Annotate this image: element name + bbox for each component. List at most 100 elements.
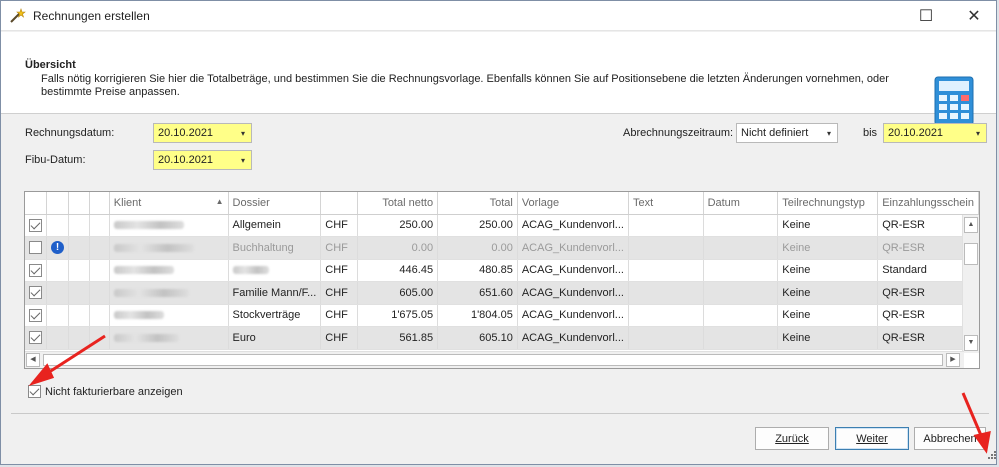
row-checkbox-cell[interactable] bbox=[25, 259, 47, 282]
header-teilrechnungstyp[interactable]: Teilrechnungstyp bbox=[777, 192, 879, 215]
table-row[interactable]: Stockverträge CHF 1'675.05 1'804.05 ACAG_Kun… bbox=[25, 304, 979, 327]
klient-cell[interactable] bbox=[109, 304, 229, 327]
text-cell[interactable] bbox=[628, 259, 704, 282]
dossier-cell[interactable]: Stockverträge bbox=[228, 304, 322, 327]
teilrechnungstyp-cell[interactable]: Keine bbox=[777, 214, 879, 237]
total-netto-cell[interactable]: 0.00 bbox=[357, 236, 439, 260]
maximize-button[interactable]: ☐ bbox=[903, 1, 949, 31]
header-check[interactable] bbox=[25, 192, 47, 215]
scroll-right-icon[interactable]: ▶ bbox=[946, 353, 960, 367]
horizontal-scroll-thumb[interactable] bbox=[43, 354, 943, 366]
row-checkbox[interactable] bbox=[29, 308, 42, 322]
teilrechnungstyp-cell[interactable]: Keine bbox=[777, 281, 879, 305]
table-row[interactable]: CHF 446.45 480.85 ACAG_Kundenvorl... Keine St… bbox=[25, 259, 979, 282]
total-cell[interactable]: 480.85 bbox=[437, 259, 518, 282]
row-checkbox[interactable] bbox=[29, 286, 42, 300]
total-cell[interactable]: 1'804.05 bbox=[437, 304, 518, 327]
row-checkbox[interactable] bbox=[29, 241, 42, 255]
header-total-netto[interactable]: Total netto bbox=[357, 192, 439, 215]
horizontal-scrollbar[interactable]: ◀ ▶ bbox=[25, 351, 964, 368]
row-checkbox-cell[interactable] bbox=[25, 281, 47, 305]
total-netto-cell[interactable]: 1'675.05 bbox=[357, 304, 439, 327]
abrechnungszeitraum-select[interactable]: Nicht definiert ▾ bbox=[736, 123, 838, 143]
rechnungsdatum-field[interactable]: 20.10.2021 ▾ bbox=[153, 123, 252, 143]
datum-cell[interactable] bbox=[703, 259, 779, 282]
header-datum[interactable]: Datum bbox=[703, 192, 779, 215]
klient-cell[interactable] bbox=[109, 236, 229, 260]
datum-cell[interactable] bbox=[703, 304, 779, 327]
header-klient[interactable]: Klient ▲ bbox=[109, 192, 229, 215]
datum-cell[interactable] bbox=[703, 281, 779, 305]
vertical-scrollbar[interactable]: ▲ ▼ bbox=[962, 215, 979, 353]
dossier-cell[interactable]: Familie Mann/F... bbox=[228, 281, 322, 305]
total-cell[interactable]: 605.10 bbox=[437, 326, 518, 350]
header-einzahlungsschein[interactable]: Einzahlungsschein bbox=[877, 192, 979, 215]
total-netto-cell[interactable]: 605.00 bbox=[357, 281, 439, 305]
text-cell[interactable] bbox=[628, 236, 704, 260]
datum-cell[interactable] bbox=[703, 236, 779, 260]
fibu-datum-field[interactable]: 20.10.2021 ▾ bbox=[153, 150, 252, 170]
total-cell[interactable]: 0.00 bbox=[437, 236, 518, 260]
vorlage-cell[interactable]: ACAG_Kundenvorl... bbox=[517, 214, 629, 237]
row-checkbox-cell[interactable] bbox=[25, 214, 47, 237]
klient-cell[interactable] bbox=[109, 281, 229, 305]
total-netto-cell[interactable]: 561.85 bbox=[357, 326, 439, 350]
total-netto-cell[interactable]: 250.00 bbox=[357, 214, 439, 237]
row-checkbox-cell[interactable] bbox=[25, 304, 47, 327]
table-row[interactable]: Familie Mann/F... CHF 605.00 651.60 ACAG_Kun… bbox=[25, 281, 979, 305]
total-cell[interactable]: 250.00 bbox=[437, 214, 518, 237]
row-checkbox[interactable] bbox=[29, 218, 42, 232]
table-row[interactable]: ! Buchhaltung CHF 0.00 0.00 ACAG_Kundenvorl..… bbox=[25, 236, 979, 260]
teilrechnungstyp-cell[interactable]: Keine bbox=[777, 259, 879, 282]
teilrechnungstyp-cell[interactable]: Keine bbox=[777, 326, 879, 350]
scroll-down-icon[interactable]: ▼ bbox=[964, 335, 978, 351]
dossier-cell[interactable]: Euro bbox=[228, 326, 322, 350]
text-cell[interactable] bbox=[628, 281, 704, 305]
row-checkbox-cell[interactable] bbox=[25, 236, 47, 260]
text-cell[interactable] bbox=[628, 214, 704, 237]
total-cell[interactable]: 651.60 bbox=[437, 281, 518, 305]
vorlage-cell[interactable]: ACAG_Kundenvorl... bbox=[517, 236, 629, 260]
scroll-left-icon[interactable]: ◀ bbox=[26, 353, 40, 367]
header-blank-1[interactable] bbox=[68, 192, 90, 215]
text-cell[interactable] bbox=[628, 326, 704, 350]
back-button[interactable]: Zurück bbox=[755, 427, 829, 450]
text-cell[interactable] bbox=[628, 304, 704, 327]
header-text[interactable]: Text bbox=[628, 192, 704, 215]
dossier-cell[interactable]: Buchhaltung bbox=[228, 236, 322, 260]
vorlage-cell[interactable]: ACAG_Kundenvorl... bbox=[517, 326, 629, 350]
row-checkbox[interactable] bbox=[29, 263, 42, 277]
scroll-up-icon[interactable]: ▲ bbox=[964, 217, 978, 233]
klient-cell[interactable] bbox=[109, 214, 229, 237]
row-checkbox-cell[interactable] bbox=[25, 326, 47, 350]
header-total[interactable]: Total bbox=[437, 192, 518, 215]
bis-datum-field[interactable]: 20.10.2021 ▾ bbox=[883, 123, 987, 143]
total-netto-cell[interactable]: 446.45 bbox=[357, 259, 439, 282]
datum-cell[interactable] bbox=[703, 326, 779, 350]
next-button[interactable]: Weiter bbox=[835, 427, 909, 450]
vorlage-cell[interactable]: ACAG_Kundenvorl... bbox=[517, 304, 629, 327]
header-blank-2[interactable] bbox=[89, 192, 110, 215]
header-dossier[interactable]: Dossier bbox=[228, 192, 322, 215]
rechnungen-grid[interactable]: Klient ▲ Dossier Total netto Total Vorlag… bbox=[24, 191, 980, 369]
table-row[interactable]: Allgemein CHF 250.00 250.00 ACAG_Kundenvorl.… bbox=[25, 214, 979, 237]
vorlage-cell[interactable]: ACAG_Kundenvorl... bbox=[517, 259, 629, 282]
cancel-button[interactable]: Abbrechen bbox=[914, 427, 986, 450]
teilrechnungstyp-cell[interactable]: Keine bbox=[777, 236, 879, 260]
vorlage-cell[interactable]: ACAG_Kundenvorl... bbox=[517, 281, 629, 305]
row-checkbox[interactable] bbox=[29, 331, 42, 345]
teilrechnungstyp-cell[interactable]: Keine bbox=[777, 304, 879, 327]
header-status[interactable] bbox=[46, 192, 69, 215]
datum-cell[interactable] bbox=[703, 214, 779, 237]
table-row[interactable]: Euro CHF 561.85 605.10 ACAG_Kundenvorl... Kei… bbox=[25, 326, 979, 350]
header-vorlage[interactable]: Vorlage bbox=[517, 192, 629, 215]
dossier-cell[interactable]: Allgemein bbox=[228, 214, 322, 237]
klient-cell[interactable] bbox=[109, 259, 229, 282]
close-button[interactable]: ✕ bbox=[951, 1, 997, 31]
nicht-fakturierbare-checkbox[interactable] bbox=[28, 385, 41, 398]
nicht-fakturierbare-option[interactable]: Nicht fakturierbare anzeigen bbox=[28, 385, 183, 398]
scroll-thumb[interactable] bbox=[964, 243, 978, 265]
klient-cell[interactable] bbox=[109, 326, 229, 350]
header-currency[interactable] bbox=[320, 192, 359, 215]
dossier-cell[interactable] bbox=[228, 259, 322, 282]
